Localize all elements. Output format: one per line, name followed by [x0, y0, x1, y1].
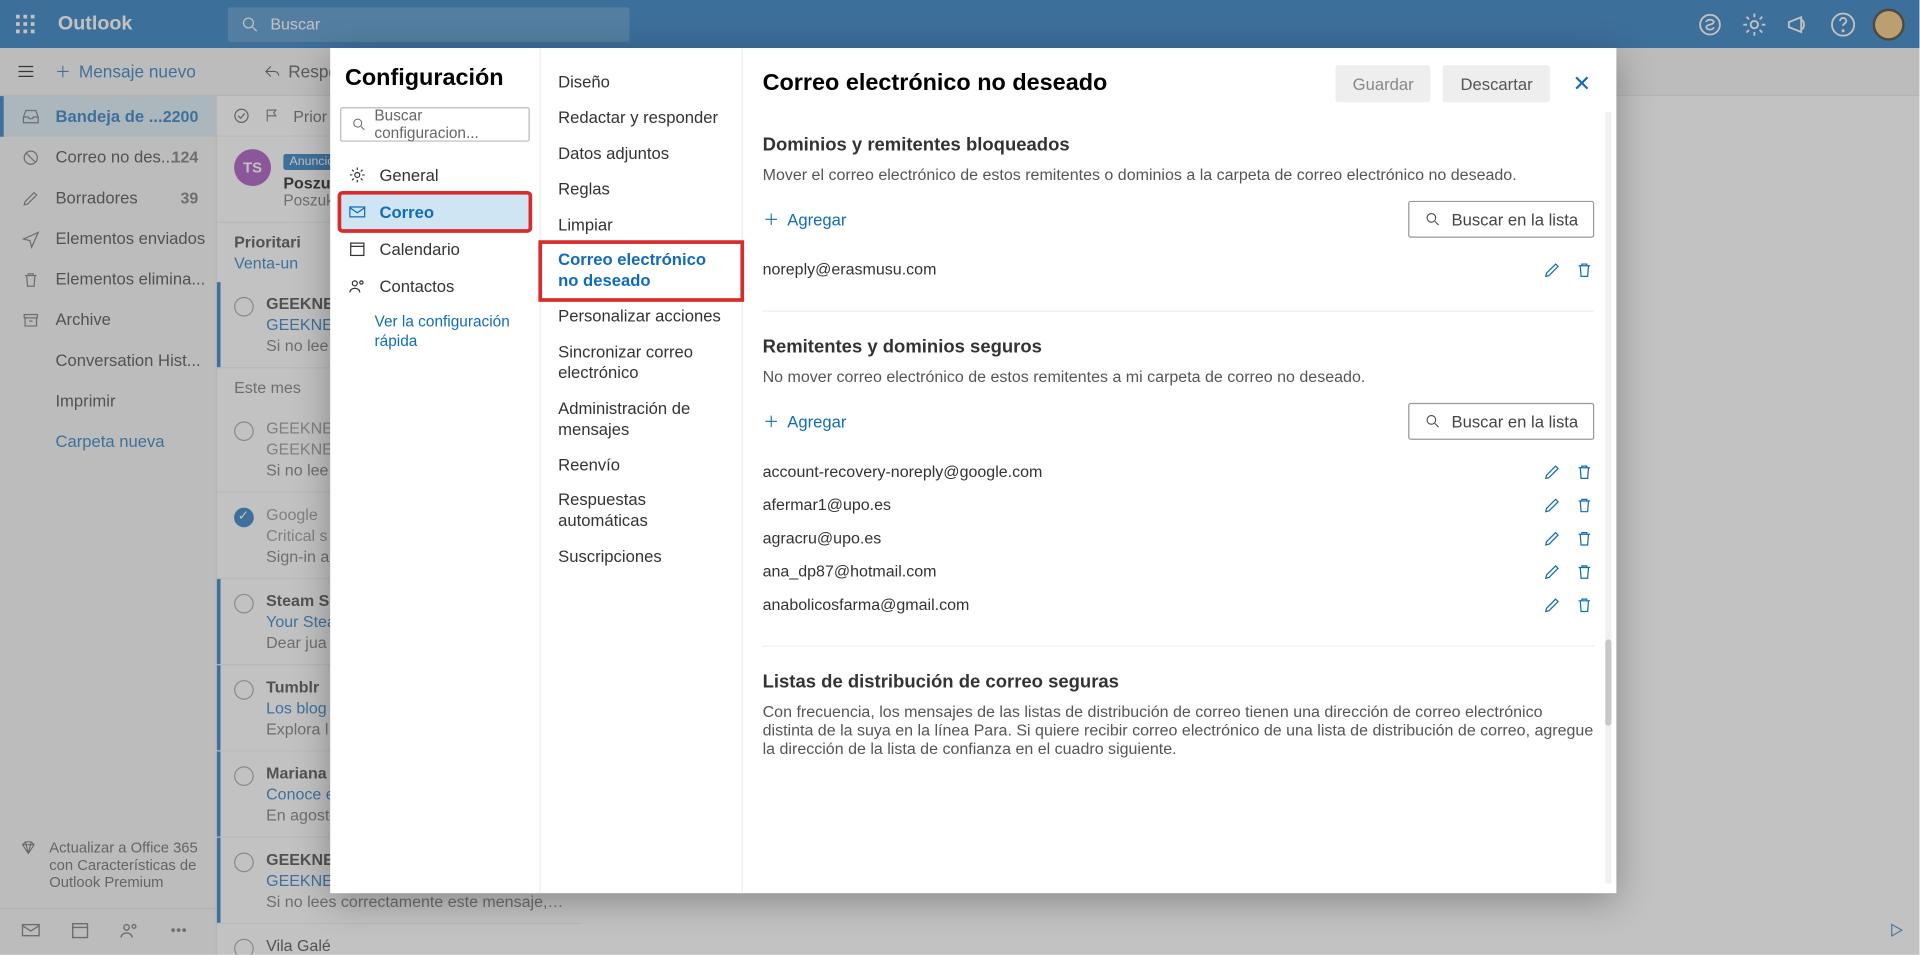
pencil-icon [1542, 528, 1562, 548]
plus-icon [763, 413, 780, 430]
address-row: noreply@erasmusu.com [763, 253, 1595, 286]
settings-dialog: Configuración Buscar configuracion... Ge… [330, 48, 1616, 893]
settings-nav-secondary: Diseño Redactar y responder Datos adjunt… [541, 48, 743, 893]
settings-search-placeholder: Buscar configuracion... [374, 107, 518, 141]
settings-panel: Correo electrónico no deseado Guardar De… [743, 48, 1616, 893]
nav2-attachments[interactable]: Datos adjuntos [541, 136, 742, 172]
address-text: ana_dp87@hotmail.com [763, 562, 937, 580]
people-icon [347, 276, 367, 296]
delete-button[interactable] [1574, 594, 1594, 614]
address-row: anabolicosfarma@gmail.com [763, 588, 1595, 621]
delete-button[interactable] [1574, 528, 1594, 548]
nav1-general[interactable]: General [340, 156, 530, 193]
settings-nav-primary: Configuración Buscar configuracion... Ge… [330, 48, 541, 893]
save-button[interactable]: Guardar [1335, 65, 1431, 102]
close-dialog-button[interactable]: ✕ [1567, 69, 1597, 99]
trash-icon [1574, 461, 1594, 481]
calendar-icon [347, 239, 367, 259]
discard-button[interactable]: Descartar [1443, 65, 1550, 102]
nav2-customize[interactable]: Personalizar acciones [541, 300, 742, 336]
trash-icon [1574, 259, 1594, 279]
nav2-compose[interactable]: Redactar y responder [541, 101, 742, 137]
scrollbar-track [1605, 112, 1611, 883]
trash-icon [1574, 528, 1594, 548]
address-row: afermar1@upo.es [763, 488, 1595, 521]
trash-icon [1574, 561, 1594, 581]
blocked-desc: Mover el correo electrónico de estos rem… [763, 165, 1595, 183]
trash-icon [1574, 594, 1594, 614]
section-divider [763, 310, 1595, 311]
edit-button[interactable] [1542, 461, 1562, 481]
safe-heading: Remitentes y dominios seguros [763, 336, 1595, 357]
panel-title: Correo electrónico no deseado [763, 70, 1336, 97]
scrollbar-thumb[interactable] [1605, 639, 1611, 725]
mail-icon [347, 202, 367, 222]
pencil-icon [1542, 259, 1562, 279]
nav2-admin[interactable]: Administración de mensajes [541, 391, 742, 447]
add-blocked-button[interactable]: Agregar [763, 210, 847, 228]
nav2-auto[interactable]: Respuestas automáticas [541, 483, 742, 539]
safe-desc: No mover correo electrónico de estos rem… [763, 367, 1595, 385]
address-row: account-recovery-noreply@google.com [763, 455, 1595, 488]
address-row: ana_dp87@hotmail.com [763, 554, 1595, 587]
nav2-rules[interactable]: Reglas [541, 172, 742, 208]
search-icon [1424, 211, 1441, 228]
nav2-junk[interactable]: Correo electrónico no deseado [541, 243, 742, 299]
nav1-contacts[interactable]: Contactos [340, 267, 530, 304]
delete-button[interactable] [1574, 461, 1594, 481]
search-icon [351, 116, 367, 133]
section-divider [763, 646, 1595, 647]
nav2-sync[interactable]: Sincronizar correo electrónico [541, 335, 742, 391]
plus-icon [763, 211, 780, 228]
delete-button[interactable] [1574, 259, 1594, 279]
nav2-forward[interactable]: Reenvío [541, 448, 742, 484]
settings-panel-body: Dominios y remitentes bloqueados Mover e… [743, 112, 1616, 893]
address-text: anabolicosfarma@gmail.com [763, 595, 970, 613]
blocked-heading: Dominios y remitentes bloqueados [763, 134, 1595, 155]
nav1-calendar[interactable]: Calendario [340, 230, 530, 267]
gear-icon [347, 165, 367, 185]
search-icon [1424, 413, 1441, 430]
dist-heading: Listas de distribución de correo seguras [763, 671, 1595, 692]
pencil-icon [1542, 594, 1562, 614]
pencil-icon [1542, 461, 1562, 481]
edit-button[interactable] [1542, 259, 1562, 279]
edit-button[interactable] [1542, 495, 1562, 515]
pencil-icon [1542, 495, 1562, 515]
dist-desc: Con frecuencia, los mensajes de las list… [763, 702, 1595, 757]
edit-button[interactable] [1542, 561, 1562, 581]
trash-icon [1574, 495, 1594, 515]
nav1-quick-settings-link[interactable]: Ver la configuración rápida [340, 304, 530, 351]
nav1-mail[interactable]: Correo [340, 193, 530, 230]
edit-button[interactable] [1542, 528, 1562, 548]
settings-search-input[interactable]: Buscar configuracion... [340, 107, 530, 141]
address-text: noreply@erasmusu.com [763, 260, 937, 278]
address-text: account-recovery-noreply@google.com [763, 462, 1043, 480]
nav2-sweep[interactable]: Limpiar [541, 208, 742, 244]
settings-title: Configuración [340, 65, 530, 107]
search-safe-button[interactable]: Buscar en la lista [1408, 403, 1594, 440]
address-text: agracru@upo.es [763, 529, 882, 547]
nav2-subs[interactable]: Suscripciones [541, 540, 742, 576]
pencil-icon [1542, 561, 1562, 581]
settings-panel-header: Correo electrónico no deseado Guardar De… [743, 48, 1616, 112]
edit-button[interactable] [1542, 594, 1562, 614]
address-row: agracru@upo.es [763, 521, 1595, 554]
add-safe-button[interactable]: Agregar [763, 412, 847, 430]
nav2-layout[interactable]: Diseño [541, 65, 742, 101]
delete-button[interactable] [1574, 561, 1594, 581]
delete-button[interactable] [1574, 495, 1594, 515]
search-blocked-button[interactable]: Buscar en la lista [1408, 201, 1594, 238]
address-text: afermar1@upo.es [763, 495, 891, 513]
